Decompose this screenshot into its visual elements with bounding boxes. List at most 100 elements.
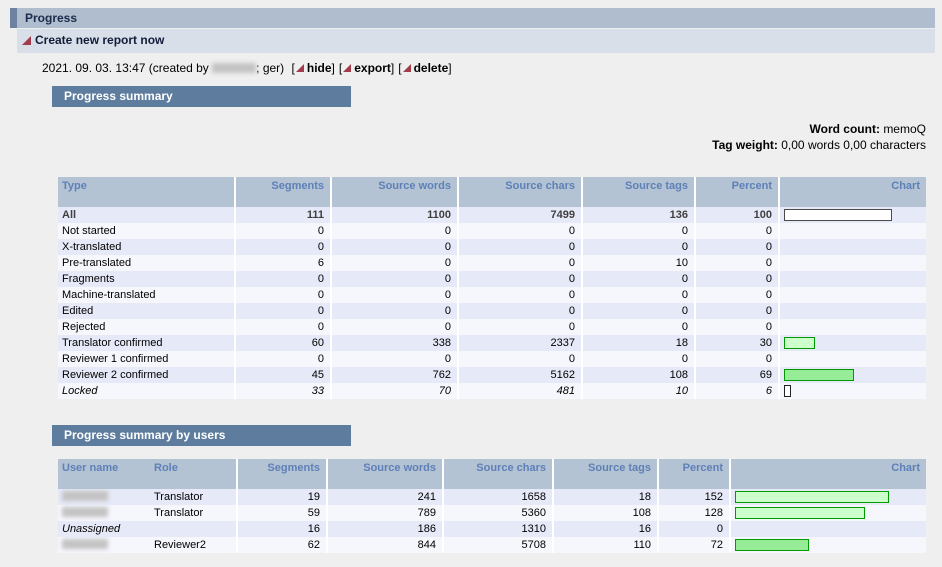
table-cell: 0	[459, 303, 583, 319]
table-cell: 0	[659, 521, 731, 537]
table-row: X-translated00000	[58, 239, 926, 255]
progress-bar	[784, 337, 815, 349]
table-row: Locked3370481106	[58, 383, 926, 399]
redacted-username	[62, 539, 108, 549]
progress-bar	[735, 507, 865, 519]
table-cell: 111	[236, 207, 332, 223]
table-cell: 100	[696, 207, 780, 223]
table-row: All11111007499136100	[58, 207, 926, 223]
column-header-segments: Segments	[238, 459, 328, 489]
tag-weight-value: 0,00 words 0,00 characters	[781, 138, 926, 152]
word-count-value: memoQ	[883, 122, 926, 136]
table-cell: Fragments	[58, 271, 236, 287]
table-cell: 0	[332, 303, 459, 319]
column-header-user-name: User name	[58, 459, 150, 489]
progress-summary-table-wrap: TypeSegmentsSource wordsSource charsSour…	[58, 177, 926, 399]
header-accent-bar	[10, 8, 17, 28]
progress-bar	[735, 491, 889, 503]
chart-cell	[731, 521, 926, 537]
table-cell: 1100	[332, 207, 459, 223]
column-header-type: Type	[58, 177, 236, 207]
table-cell: Translator	[150, 489, 238, 505]
table-cell: Rejected	[58, 319, 236, 335]
column-header-source-words: Source words	[332, 177, 459, 207]
table-cell: 0	[332, 271, 459, 287]
table-row: Pre-translated600100	[58, 255, 926, 271]
table-cell: 2337	[459, 335, 583, 351]
redacted-username-cell	[58, 489, 150, 505]
chart-cell	[780, 367, 926, 383]
table-cell: 0	[459, 239, 583, 255]
chart-cell	[780, 223, 926, 239]
table-cell: 0	[236, 303, 332, 319]
table-cell: 0	[236, 287, 332, 303]
table-row: Fragments00000	[58, 271, 926, 287]
create-report-link[interactable]: Create new report now	[35, 33, 164, 47]
table-cell: 0	[332, 223, 459, 239]
table-cell: 1658	[444, 489, 554, 505]
table-cell: 69	[696, 367, 780, 383]
table-cell: 1310	[444, 521, 554, 537]
table-cell: 10	[583, 383, 696, 399]
table-cell: 70	[332, 383, 459, 399]
table-cell: 0	[696, 303, 780, 319]
table-cell: 0	[459, 287, 583, 303]
table-row: Edited00000	[58, 303, 926, 319]
table-cell: 0	[696, 239, 780, 255]
progress-by-users-table-wrap: User nameRoleSegmentsSource wordsSource …	[58, 459, 926, 553]
column-header-chart: Chart	[780, 177, 926, 207]
chart-cell	[780, 319, 926, 335]
table-cell: 33	[236, 383, 332, 399]
table-cell: 0	[696, 271, 780, 287]
chart-cell	[731, 537, 926, 553]
chart-cell	[780, 255, 926, 271]
redacted-username	[62, 491, 108, 501]
table-cell: 0	[459, 223, 583, 239]
column-header-percent: Percent	[696, 177, 780, 207]
table-cell: 0	[459, 255, 583, 271]
table-cell: 16	[238, 521, 328, 537]
table-cell: Reviewer 2 confirmed	[58, 367, 236, 383]
table-cell: 0	[696, 351, 780, 367]
report-date: 2021. 09. 03. 13:47	[42, 61, 145, 75]
red-triangle-icon	[296, 64, 304, 72]
table-cell: 60	[236, 335, 332, 351]
table-cell: 0	[332, 351, 459, 367]
word-count-label: Word count:	[810, 122, 880, 136]
table-cell: 762	[332, 367, 459, 383]
table-cell: 0	[583, 287, 696, 303]
red-triangle-icon	[343, 64, 351, 72]
table-row: Unassigned161861310160	[58, 521, 926, 537]
progress-summary-table: TypeSegmentsSource wordsSource charsSour…	[58, 177, 926, 399]
column-header-source-chars: Source chars	[459, 177, 583, 207]
table-cell: 789	[328, 505, 444, 521]
create-report-bar[interactable]: Create new report now	[17, 29, 935, 53]
export-action[interactable]: [export]	[339, 61, 394, 75]
table-cell: 6	[696, 383, 780, 399]
delete-action[interactable]: [delete]	[398, 61, 451, 75]
table-cell: Not started	[58, 223, 236, 239]
hide-action[interactable]: [hide]	[292, 61, 335, 75]
chart-cell	[780, 271, 926, 287]
table-cell: 0	[236, 319, 332, 335]
chart-cell	[731, 489, 926, 505]
column-header-segments: Segments	[236, 177, 332, 207]
column-header-percent: Percent	[659, 459, 731, 489]
table-cell: 0	[332, 287, 459, 303]
redacted-username-cell	[58, 505, 150, 521]
table-cell: 152	[659, 489, 731, 505]
table-cell: 0	[696, 287, 780, 303]
chart-cell	[780, 335, 926, 351]
column-header-chart: Chart	[731, 459, 926, 489]
report-meta-line: 2021. 09. 03. 13:47 (created by ; ger) […	[42, 61, 452, 75]
redacted-username	[212, 63, 256, 73]
table-cell: 5162	[459, 367, 583, 383]
table-cell: 0	[583, 303, 696, 319]
table-header-row: TypeSegmentsSource wordsSource charsSour…	[58, 177, 926, 207]
table-cell: Edited	[58, 303, 236, 319]
table-cell: 0	[696, 319, 780, 335]
section-header-progress-summary: Progress summary	[52, 86, 351, 107]
chart-cell	[731, 505, 926, 521]
table-row: Translator597895360108128	[58, 505, 926, 521]
column-header-role: Role	[150, 459, 238, 489]
